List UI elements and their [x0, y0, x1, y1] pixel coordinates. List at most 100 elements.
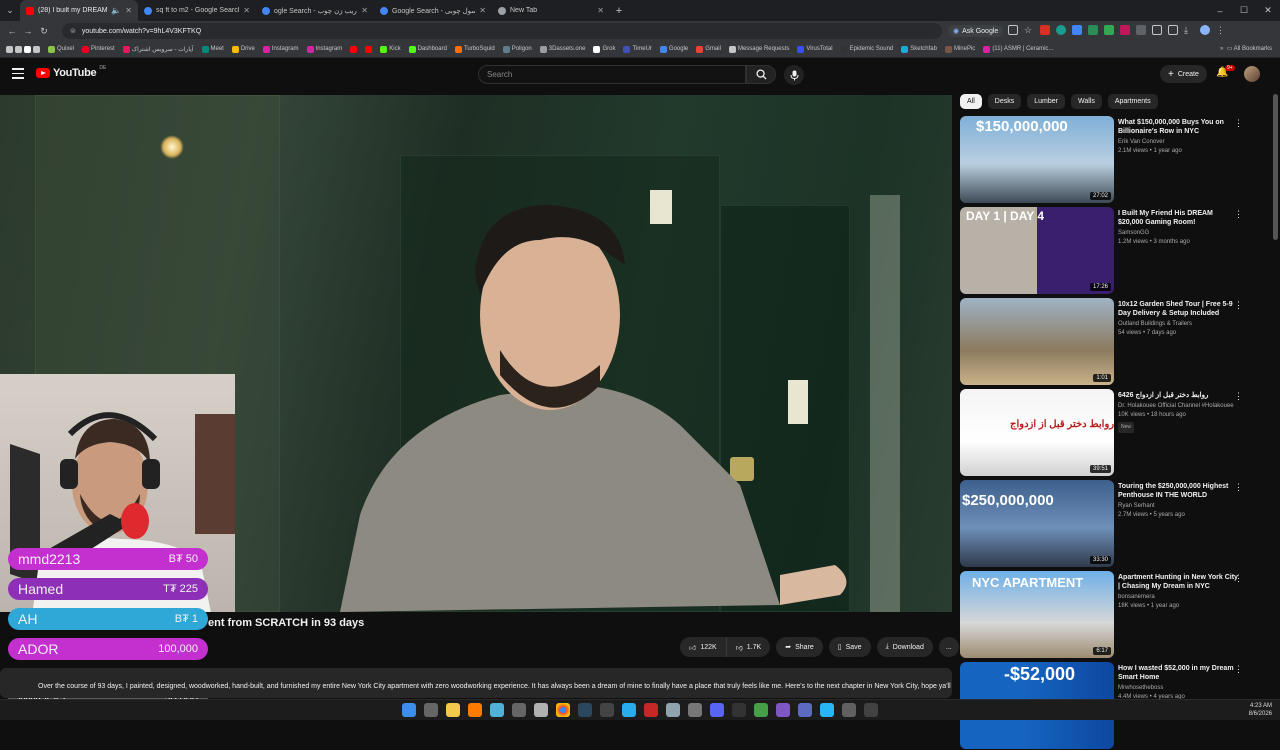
maximize-icon[interactable]: ☐	[1232, 0, 1256, 21]
tab-close-icon[interactable]: ✕	[361, 6, 368, 15]
bookmark-star-icon[interactable]: ☆	[1024, 25, 1034, 35]
site-info-icon[interactable]: ⊜	[70, 27, 76, 35]
back-icon[interactable]: ←	[4, 26, 20, 36]
video-thumbnail[interactable]: $150,000,000 27:02	[960, 116, 1114, 203]
extension-blue-icon[interactable]	[1072, 25, 1082, 35]
bookmark-item[interactable]: Poligon	[502, 45, 532, 53]
recommended-video[interactable]: DAY 1 | DAY 4 17:26 I Built My Friend His …	[960, 207, 1260, 295]
share-button[interactable]: ➦ Share	[776, 637, 823, 657]
channel-name[interactable]: Ryan Serhant	[1118, 502, 1238, 511]
more-options-icon[interactable]: ⋮	[1234, 391, 1243, 402]
chip-walls[interactable]: Walls	[1070, 94, 1102, 109]
app-icon[interactable]	[512, 703, 526, 717]
app-icon[interactable]	[490, 703, 504, 717]
bookmark-item[interactable]: TimeUr	[623, 45, 652, 53]
recommended-video[interactable]: روابط دختر قبل از ازدواج 39:51 روابط دختر …	[960, 389, 1260, 477]
extension-pink-icon[interactable]	[1120, 25, 1130, 35]
system-tray[interactable]: 4:23 AM 8/6/2026	[1249, 702, 1272, 718]
chip-apartments[interactable]: Apartments	[1107, 94, 1158, 109]
address-bar[interactable]: ⊜ youtube.com/watch?v=9hL4V3KFTKQ	[62, 23, 942, 39]
recommended-video-title[interactable]: Apartment Hunting in New York City | Cha…	[1118, 573, 1238, 591]
bookmark-item[interactable]: Dashboard	[408, 45, 447, 53]
tab-search-icon[interactable]: ⌄	[0, 5, 20, 16]
recommended-video-title[interactable]: How I wasted $52,000 in my Dream Smart H…	[1118, 664, 1238, 682]
dislike-button[interactable]: 👎︎ 1.7K	[726, 637, 771, 657]
video-description[interactable]: Over the course of 93 days, I painted, d…	[0, 668, 952, 698]
page-scrollbar[interactable]	[1273, 94, 1278, 240]
sidepanel-icon[interactable]	[1168, 25, 1178, 35]
bookmark-item[interactable]: Meet	[201, 45, 224, 53]
task-view-icon[interactable]	[424, 703, 438, 717]
app-icon[interactable]	[798, 703, 812, 717]
bookmark-item[interactable]: Instagram	[306, 45, 342, 53]
tab-google-search-2[interactable]: ogle Search - مله اریب زن چوب ✕	[256, 0, 374, 21]
voice-search-button[interactable]	[784, 65, 804, 85]
bookmark-item[interactable]: Sketchfab	[901, 45, 937, 53]
app-icon[interactable]	[688, 703, 702, 717]
bookmark-item[interactable]: Drive	[231, 45, 255, 53]
more-options-icon[interactable]: ⋮	[1234, 664, 1243, 675]
bookmark-item[interactable]: VirusTotal	[797, 45, 833, 53]
recommended-video-title[interactable]: What $150,000,000 Buys You on Billionair…	[1118, 118, 1238, 136]
app-icon[interactable]	[842, 703, 856, 717]
app-icon[interactable]	[864, 703, 878, 717]
bookmark-item[interactable]: Pinterest	[82, 45, 115, 53]
channel-name[interactable]: Mrwhosetheboss	[1118, 684, 1238, 693]
bookmark-item[interactable]: (11) ASMR | Ceramic...	[983, 45, 1053, 53]
extensions-puzzle-icon[interactable]	[1152, 25, 1162, 35]
bookmark-item[interactable]	[365, 45, 373, 53]
recommended-video-title[interactable]: روابط دختر قبل از ازدواج 6426	[1118, 391, 1238, 400]
bookmark-item[interactable]: 3Dassets.one	[539, 45, 585, 53]
tab-close-icon[interactable]: ✕	[597, 6, 604, 15]
bookmark-item[interactable]: Kick	[380, 45, 401, 53]
channel-name[interactable]: Erik Van Conover	[1118, 138, 1238, 147]
more-actions-button[interactable]: ...	[938, 637, 959, 657]
channel-name[interactable]: SamsonGG	[1118, 229, 1238, 238]
save-button[interactable]: ▯ Save	[828, 637, 871, 657]
more-options-icon[interactable]: ⋮	[1234, 482, 1243, 493]
search-app-icon[interactable]	[468, 703, 482, 717]
new-tab-button[interactable]: +	[610, 5, 628, 17]
app-icon[interactable]	[644, 703, 658, 717]
discord-icon[interactable]	[710, 703, 724, 717]
extension-teal-icon[interactable]	[1056, 25, 1066, 35]
search-input[interactable]: Search	[478, 65, 746, 84]
extension-translate-icon[interactable]	[1088, 25, 1098, 35]
menu-hamburger-icon[interactable]	[12, 68, 24, 80]
bookmark-item[interactable]: MinePic	[944, 45, 975, 53]
bookmark-item[interactable]: Message Requests	[728, 45, 789, 53]
video-thumbnail[interactable]: NYC APARTMENT 6:17	[960, 571, 1114, 658]
recommended-video-title[interactable]: Touring the $250,000,000 Highest Penthou…	[1118, 482, 1238, 500]
bookmark-item[interactable]: Gmail	[696, 45, 721, 53]
ask-google-button[interactable]: ◉ Ask Google	[948, 25, 1004, 37]
profile-icon[interactable]	[1200, 25, 1210, 35]
video-thumbnail[interactable]: روابط دختر قبل از ازدواج 39:51	[960, 389, 1114, 476]
chip-lumber[interactable]: Lumber	[1027, 94, 1065, 109]
recommended-video[interactable]: $250,000,000 33:30 Touring the $250,000,00…	[960, 480, 1260, 568]
bookmark-item[interactable]: Instagram	[262, 45, 299, 53]
app-icon[interactable]	[534, 703, 548, 717]
tab-close-icon[interactable]: ✕	[243, 6, 250, 15]
more-options-icon[interactable]: ⋮	[1234, 300, 1243, 311]
bookmark-item[interactable]: TurboSquid	[454, 45, 495, 53]
channel-name[interactable]: bonsanemera	[1118, 593, 1238, 602]
steam-icon[interactable]	[578, 703, 592, 717]
bookmark-item[interactable]: Epidemic Sound	[840, 45, 893, 53]
tab-youtube[interactable]: (28) I built my DREAM New 🔈 ✕	[20, 0, 138, 21]
windows-start-icon[interactable]	[402, 703, 416, 717]
account-avatar[interactable]	[1244, 66, 1260, 82]
tab-new-tab[interactable]: New Tab ✕	[492, 0, 610, 21]
extension-gray-icon[interactable]	[1136, 25, 1146, 35]
chrome-menu-icon[interactable]: ⋮	[1216, 25, 1226, 35]
minimize-icon[interactable]: –	[1208, 0, 1232, 21]
app-icon[interactable]	[776, 703, 790, 717]
recommended-video[interactable]: $150,000,000 27:02 What $150,000,000 Buys …	[960, 116, 1260, 204]
all-bookmarks-button[interactable]: » ▭ All Bookmarks	[1220, 45, 1272, 52]
tab-google-search-3[interactable]: Google Search - کنسول چوبی ✕	[374, 0, 492, 21]
app-icon[interactable]	[600, 703, 614, 717]
more-options-icon[interactable]: ⋮	[1234, 118, 1243, 129]
recommended-video-title[interactable]: I Built My Friend His DREAM $20,000 Gami…	[1118, 209, 1238, 227]
recommended-video[interactable]: 1:01 10x12 Garden Shed Tour | Free 5-9 Da…	[960, 298, 1260, 386]
app-icon[interactable]	[666, 703, 680, 717]
bookmark-item[interactable]: Google	[659, 45, 688, 53]
